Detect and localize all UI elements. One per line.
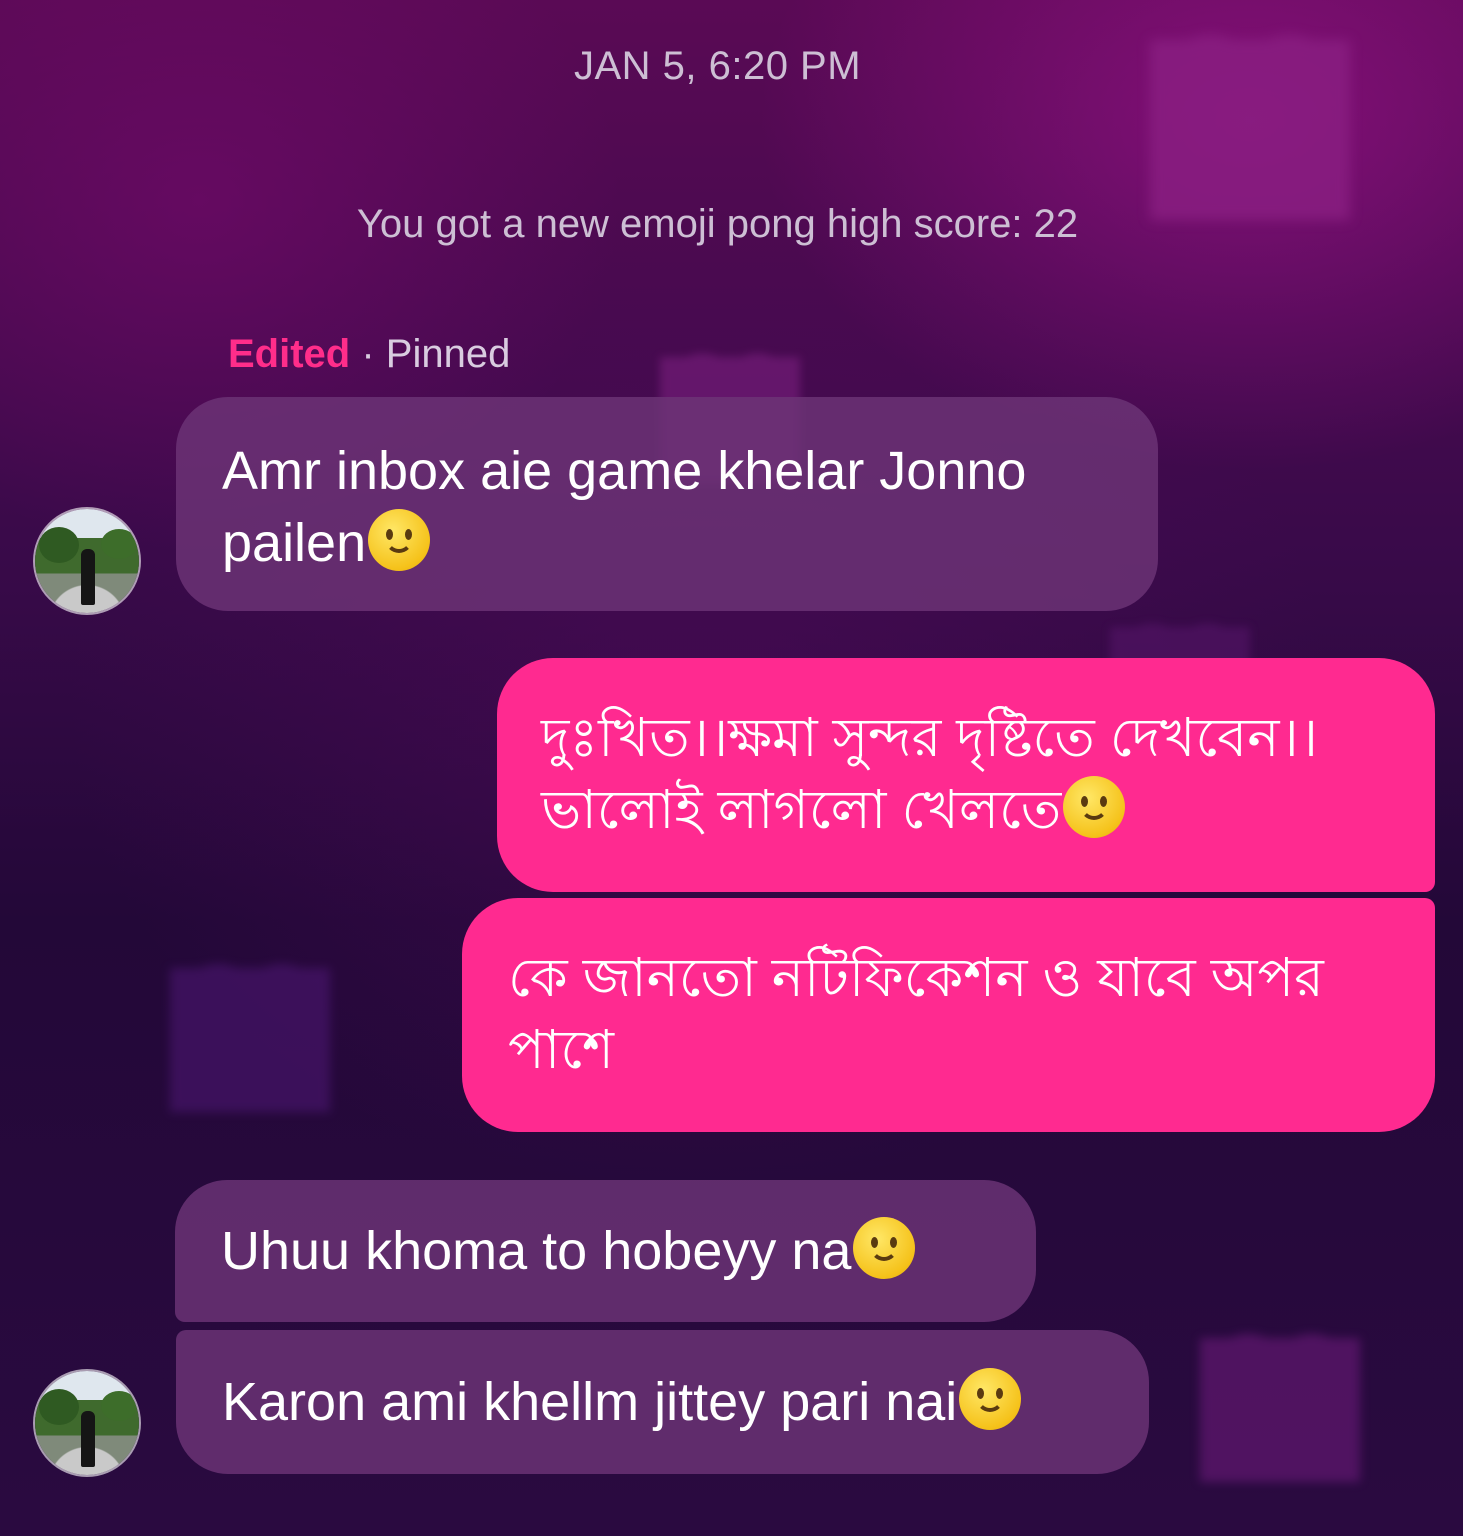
outgoing-message-bubble[interactable]: কে জানতো নটিফিকেশন ও যাবে অপর পাশে: [462, 898, 1435, 1132]
message-meta: Edited · Pinned: [228, 332, 510, 377]
message-text: Karon ami khellm jittey pari nai: [222, 1372, 958, 1432]
incoming-message-bubble[interactable]: Uhuu khoma to hobeyy na: [175, 1180, 1036, 1322]
slightly-smiling-face-icon: [959, 1368, 1022, 1430]
incoming-message-bubble[interactable]: Amr inbox aie game khelar Jonno pailen: [176, 397, 1158, 611]
slightly-smiling-face-icon: [368, 509, 431, 571]
slightly-smiling-face-icon: [1063, 776, 1126, 838]
edited-label[interactable]: Edited: [228, 332, 350, 376]
game-high-score-notice: You got a new emoji pong high score: 22: [356, 202, 1079, 246]
outgoing-message-bubble[interactable]: দুঃখিত।।ক্ষমা সুন্দর দৃষ্টিতে দেখবেন।। ভ…: [497, 658, 1435, 892]
message-text: কে জানতো নটিফিকেশন ও যাবে অপর পাশে: [508, 948, 1324, 1080]
contact-avatar[interactable]: [35, 1371, 139, 1475]
message-text: দুঃখিত।।ক্ষমা সুন্দর দৃষ্টিতে দেখবেন।। ভ…: [541, 708, 1319, 840]
conversation-timestamp: JAN 5, 6:20 PM: [573, 44, 862, 88]
contact-avatar[interactable]: [35, 509, 139, 613]
slightly-smiling-face-icon: [853, 1217, 916, 1279]
heart-decoration: [1200, 1338, 1360, 1482]
incoming-message-bubble[interactable]: Karon ami khellm jittey pari nai: [176, 1330, 1149, 1474]
meta-separator: ·: [350, 332, 386, 376]
heart-decoration: [170, 968, 330, 1112]
pinned-label: Pinned: [385, 332, 511, 376]
message-text: Uhuu khoma to hobeyy na: [221, 1221, 852, 1281]
message-text: Amr inbox aie game khelar Jonno pailen: [222, 441, 1027, 573]
